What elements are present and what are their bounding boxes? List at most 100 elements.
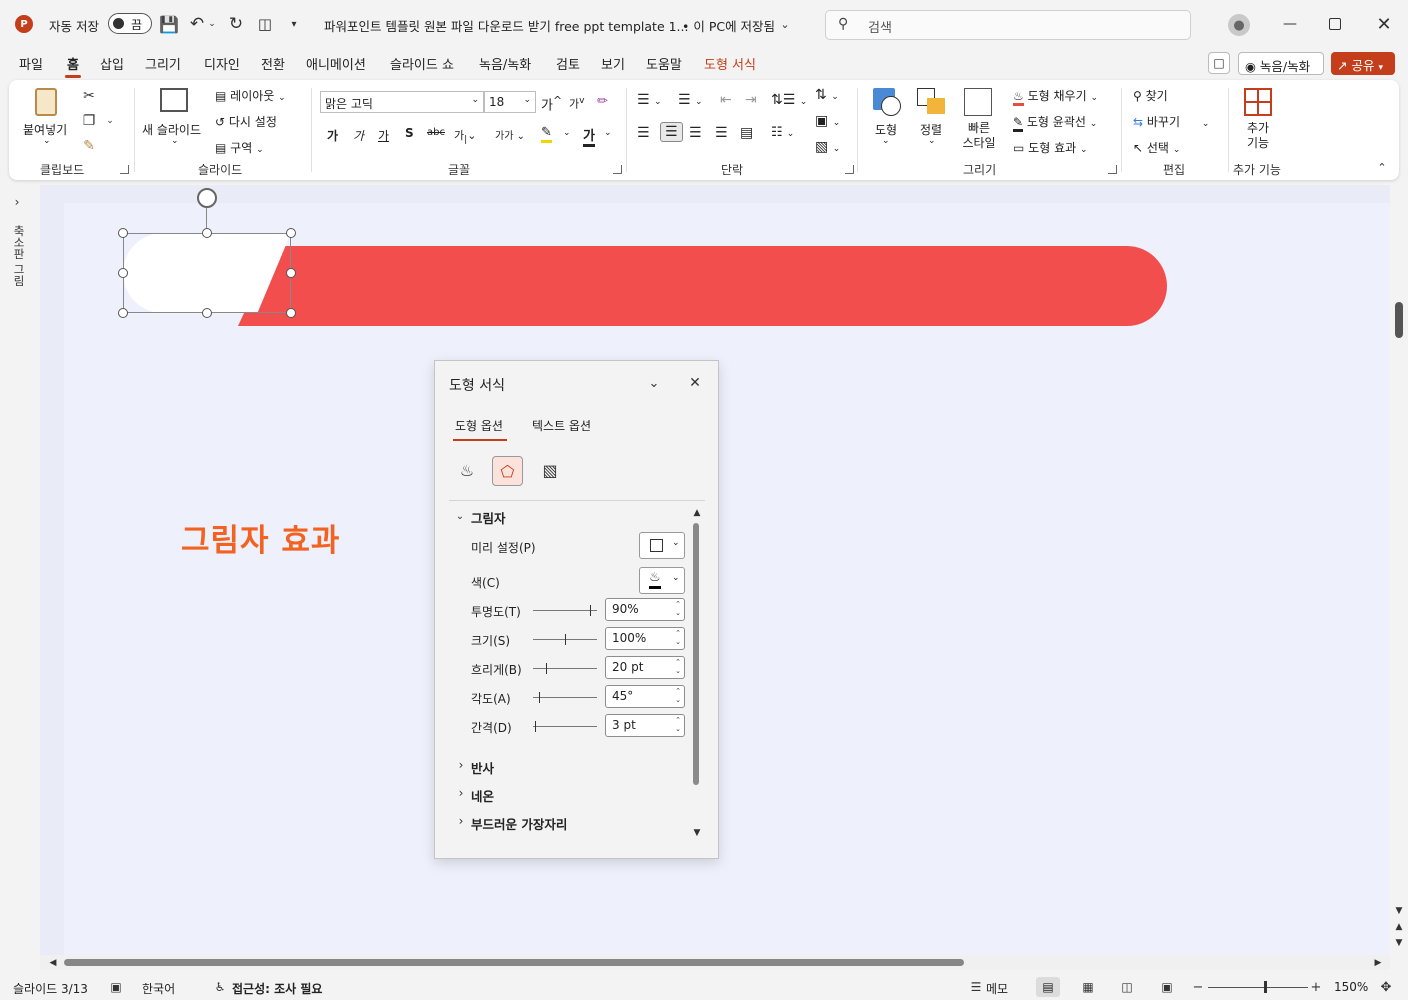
value-spinner[interactable]: 100% ⌃ ⌄ [605,627,685,650]
minimize-icon[interactable]: — [1280,14,1300,34]
spinner-value[interactable]: 3 pt [612,718,636,732]
accessibility-status[interactable]: 접근성: 조사 필요 [232,980,322,997]
text-direction-icon[interactable]: ⇅ ⌄ [815,87,839,103]
slideshow-icon[interactable]: ▣ [1159,978,1175,996]
save-location[interactable]: • 이 PC에 저장됨 [682,16,775,35]
reflection-expand-icon[interactable]: › [455,758,467,772]
bold-icon[interactable]: 가 [327,127,338,144]
tab-slideshow[interactable]: 슬라이드 쇼 [390,54,454,73]
font-color-chevron-icon[interactable]: ⌄ [604,128,612,138]
tab-help[interactable]: 도움말 [646,54,682,73]
previous-slide-icon[interactable]: ▲ [1393,921,1405,933]
autosave-toggle[interactable]: 끔 [108,13,152,34]
reset-button[interactable]: ↺ 다시 설정 [215,113,277,130]
shapes-button[interactable]: 도형 ⌄ [867,86,907,152]
decrease-indent-icon[interactable]: ⇤ [720,92,732,108]
font-size-select[interactable]: 18 ⌄ [484,91,536,113]
align-right-icon[interactable]: ☰ [689,125,702,141]
shape-effects-button[interactable]: ▭ 도형 효과 ⌄ [1013,139,1088,156]
zoom-in-icon[interactable]: + [1310,978,1322,996]
tab-transitions[interactable]: 전환 [261,54,285,73]
tab-shape-format[interactable]: 도형 서식 [704,54,756,73]
comments-icon[interactable]: □ [1208,52,1230,74]
char-spacing-icon[interactable]: 가|⌄ [454,127,476,145]
soft-edges-section-header[interactable]: 부드러운 가장자리 [471,814,567,833]
hscroll-thumb[interactable] [64,959,964,966]
shadow-text-icon[interactable]: S [405,126,414,140]
value-spinner[interactable]: 90% ⌃ ⌄ [605,598,685,621]
paragraph-launcher-icon[interactable] [845,165,854,174]
fill-line-icon[interactable]: ♨ [455,458,479,482]
document-title[interactable]: 파워포인트 템플릿 원본 파일 다운로드 받기 free ppt templat… [324,16,688,35]
tab-record[interactable]: 녹음/녹화 [479,54,531,73]
find-button[interactable]: ⚲ 찾기 [1133,87,1168,104]
zoom-slider[interactable] [1208,987,1308,988]
spelling-icon[interactable]: ▣ [108,979,124,995]
italic-icon[interactable]: 가 [353,127,364,144]
format-painter-icon[interactable]: ✎ [79,136,99,156]
zoom-level[interactable]: 150% [1334,980,1368,994]
spinner-arrows-icon[interactable]: ⌃ ⌄ [675,629,681,647]
font-launcher-icon[interactable] [613,165,622,174]
paste-button[interactable]: 붙여넣기 ⌄ [21,86,71,152]
slider-track[interactable] [533,605,597,616]
save-icon[interactable]: 💾 [158,13,180,35]
shape-outline-button[interactable]: ✎ 도형 윤곽선 ⌄ [1013,113,1097,132]
vertical-scrollbar[interactable]: ▼ ▲ ▼ [1390,185,1408,955]
highlight-icon[interactable]: ✎ [541,125,552,143]
pane-scroll-down-icon[interactable]: ▼ [691,827,703,839]
zoom-slider-thumb[interactable] [1264,981,1267,993]
spinner-value[interactable]: 20 pt [612,660,643,674]
slider-thumb[interactable] [535,721,536,732]
copy-icon[interactable]: ❐ [79,111,99,131]
shadow-color-dropdown[interactable]: ♨ ⌄ [639,567,685,594]
smartart-icon[interactable]: ▧ ⌄ [815,139,840,155]
addins-button[interactable]: 추가 기능 [1235,86,1281,156]
resize-handle[interactable] [118,228,128,238]
collapse-ribbon-icon[interactable]: ⌃ [1375,160,1389,174]
next-slide-icon[interactable]: ▼ [1393,937,1405,949]
shrink-font-icon[interactable]: 가v [569,95,585,112]
select-button[interactable]: ↖ 선택 ⌄ [1133,139,1180,156]
tab-text-options[interactable]: 텍스트 옵션 [532,417,591,434]
copy-chevron-icon[interactable]: ⌄ [105,111,115,131]
slider-thumb[interactable] [590,605,591,616]
resize-handle[interactable] [286,268,296,278]
tab-animations[interactable]: 애니메이션 [306,54,366,73]
preset-dropdown[interactable]: ⌄ [639,532,685,559]
pane-scroll-up-icon[interactable]: ▲ [691,507,703,519]
resize-handle[interactable] [286,308,296,318]
customize-qat-icon[interactable]: ▾ [287,13,301,35]
underline-icon[interactable]: 가 [378,127,389,144]
line-spacing-icon[interactable]: ⇅☰ ⌄ [771,92,807,108]
vscroll-thumb[interactable] [1395,302,1403,338]
shape-fill-button[interactable]: ♨ 도형 채우기 ⌄ [1013,87,1098,106]
align-left-icon[interactable]: ☰ [637,125,650,141]
grow-font-icon[interactable]: 가^ [541,94,562,113]
clear-format-icon[interactable]: ✏ [597,94,608,109]
slide-sorter-icon[interactable]: ▦ [1080,978,1096,996]
tab-home[interactable]: 홈 [65,54,81,78]
scroll-right-icon[interactable]: ▶ [1373,957,1383,968]
undo-icon[interactable]: ↶ [186,13,208,35]
notes-icon[interactable]: ☰ [968,979,984,995]
clipboard-launcher-icon[interactable] [120,165,129,174]
slider-track[interactable] [533,692,597,703]
normal-view-icon[interactable]: ▤ [1036,977,1060,997]
replace-button[interactable]: ⇆ 바꾸기 ⌄ [1133,113,1209,130]
spinner-arrows-icon[interactable]: ⌃ ⌄ [675,658,681,676]
expand-thumbnails-icon[interactable]: › [10,195,24,209]
spinner-value[interactable]: 45° [612,689,633,703]
glow-expand-icon[interactable]: › [455,786,467,800]
shadow-collapse-chevron-icon[interactable]: ⌄ [453,509,467,523]
title-chevron-icon[interactable]: ⌄ [778,14,792,34]
slider-track[interactable] [533,721,597,732]
spinner-arrows-icon[interactable]: ⌃ ⌄ [675,716,681,734]
bullets-icon[interactable]: ☰ ⌄ [637,92,662,108]
resize-handle[interactable] [286,228,296,238]
drawing-launcher-icon[interactable] [1108,165,1117,174]
numbering-icon[interactable]: ☰ ⌄ [678,92,703,108]
fit-slide-icon[interactable]: ✥ [1378,978,1394,996]
zoom-out-icon[interactable]: − [1192,978,1204,996]
tab-review[interactable]: 검토 [556,54,580,73]
